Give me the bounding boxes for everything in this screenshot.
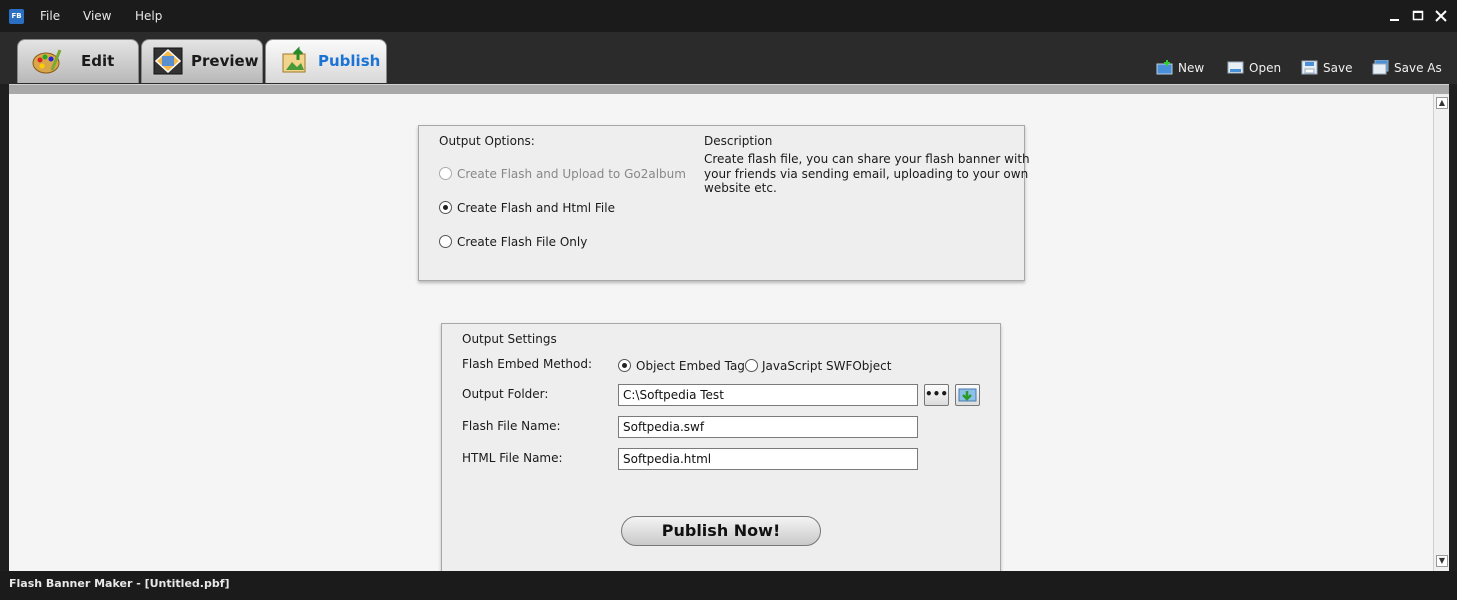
vertical-scrollbar[interactable]: ▲ ▼: [1433, 94, 1449, 571]
open-button[interactable]: Open: [1227, 60, 1281, 78]
output-settings-panel: Output Settings Flash Embed Method: Obje…: [441, 323, 1001, 571]
option-flash-html-label: Create Flash and Html File: [457, 201, 615, 215]
tab-preview-label: Preview: [191, 52, 259, 70]
save-icon: [1301, 60, 1318, 78]
new-button[interactable]: New: [1156, 60, 1204, 78]
tab-publish-label: Publish: [318, 52, 381, 70]
radio-javascript-swfobject[interactable]: [745, 359, 758, 372]
description-title: Description: [704, 134, 773, 148]
radio-object-embed-tag[interactable]: [618, 359, 631, 372]
publish-content-area: Output Options: Create Flash and Upload …: [9, 94, 1433, 571]
app-logo-icon: FB: [9, 9, 24, 24]
menu-file[interactable]: File: [40, 9, 60, 23]
save-as-label: Save As: [1394, 61, 1442, 75]
output-folder-label: Output Folder:: [462, 387, 549, 401]
save-label: Save: [1323, 61, 1353, 75]
tab-publish[interactable]: Publish: [265, 39, 387, 83]
new-label: New: [1178, 61, 1205, 75]
tab-edit[interactable]: Edit: [17, 39, 139, 83]
browse-folder-button[interactable]: •••: [924, 384, 949, 406]
publish-now-button[interactable]: Publish Now!: [621, 516, 821, 546]
menu-view[interactable]: View: [83, 9, 111, 23]
tab-preview[interactable]: Preview: [141, 39, 263, 83]
save-as-icon: [1372, 59, 1389, 78]
html-file-name-input[interactable]: [618, 448, 918, 470]
output-options-panel: Output Options: Create Flash and Upload …: [418, 125, 1030, 281]
option-flash-only-label: Create Flash File Only: [457, 235, 588, 249]
description-line-1: Create flash file, you can share your fl…: [704, 152, 1030, 166]
status-bar: Flash Banner Maker - [Untitled.pbf]: [0, 571, 1457, 600]
open-icon: [1227, 60, 1244, 78]
radio-flash-html[interactable]: [439, 201, 452, 214]
scroll-up-icon[interactable]: ▲: [1436, 97, 1448, 109]
new-folder-icon: [1156, 60, 1173, 78]
publish-icon: [280, 46, 312, 76]
open-folder-button[interactable]: [955, 384, 980, 406]
save-as-button[interactable]: Save As: [1372, 59, 1442, 78]
scroll-down-icon[interactable]: ▼: [1436, 555, 1448, 567]
output-folder-input[interactable]: [618, 384, 918, 406]
html-file-name-label: HTML File Name:: [462, 451, 563, 465]
close-icon[interactable]: [1433, 8, 1449, 24]
output-options-title: Output Options:: [439, 134, 535, 148]
preview-icon: [152, 46, 184, 76]
radio-flash-only[interactable]: [439, 235, 452, 248]
flash-file-name-label: Flash File Name:: [462, 419, 561, 433]
radio-upload-go2album[interactable]: [439, 167, 452, 180]
title-bar: FB File View Help: [0, 0, 1457, 32]
javascript-swfobject-label: JavaScript SWFObject: [762, 359, 892, 373]
tab-content-strip: [9, 84, 1449, 94]
embed-method-label: Flash Embed Method:: [462, 357, 593, 371]
open-folder-icon: [958, 388, 977, 402]
option-upload-go2album-label: Create Flash and Upload to Go2album: [457, 167, 686, 181]
palette-icon: [30, 46, 62, 76]
open-label: Open: [1249, 61, 1282, 75]
tab-edit-label: Edit: [81, 52, 115, 70]
minimize-icon[interactable]: [1387, 8, 1403, 24]
flash-file-name-input[interactable]: [618, 416, 918, 438]
description-line-3: website etc.: [704, 181, 777, 195]
menu-help[interactable]: Help: [135, 9, 162, 23]
save-button[interactable]: Save: [1301, 60, 1352, 78]
description-line-2: your friends via sending email, uploadin…: [704, 167, 1029, 181]
output-settings-title: Output Settings: [462, 332, 557, 346]
object-embed-tag-label: Object Embed Tag: [636, 359, 745, 373]
status-text: Flash Banner Maker - [Untitled.pbf]: [9, 577, 230, 590]
maximize-icon[interactable]: [1410, 8, 1426, 24]
